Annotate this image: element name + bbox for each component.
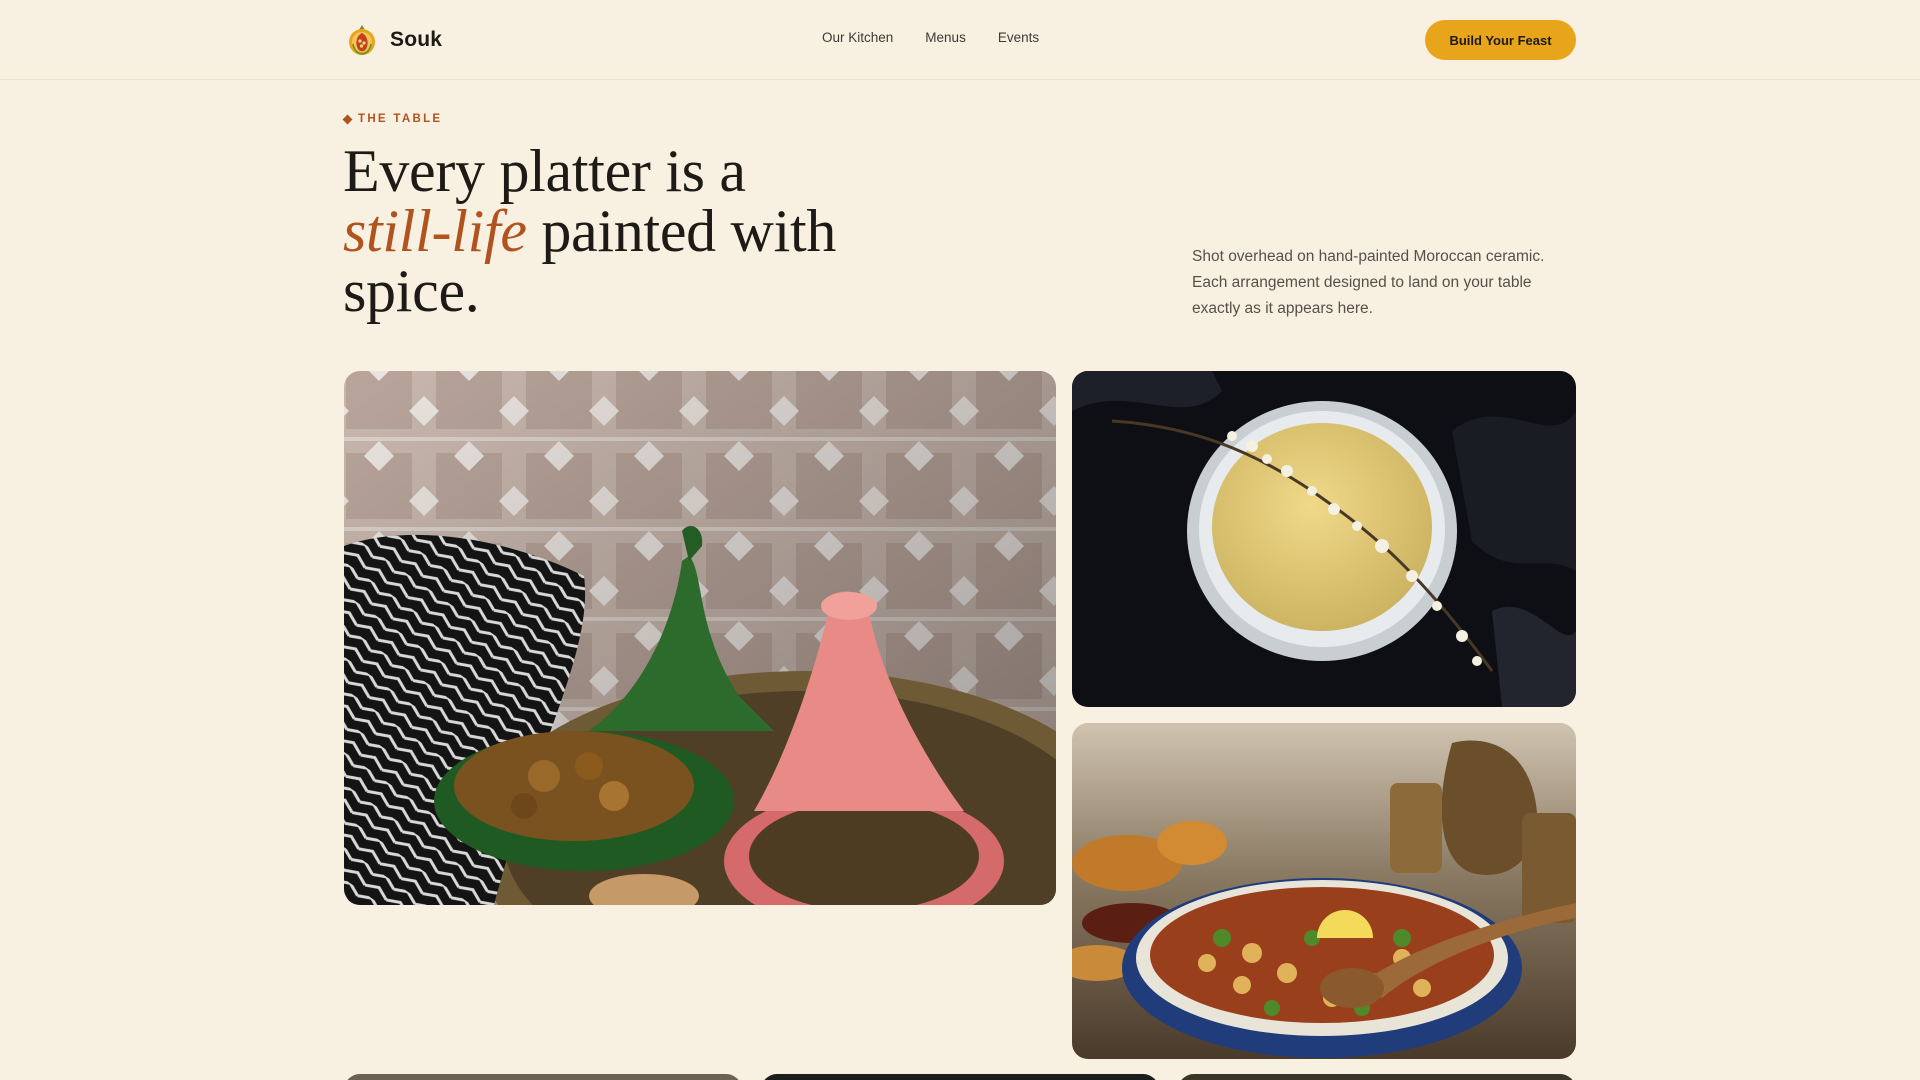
semolina-bowl-photo	[1072, 371, 1576, 707]
brand-name: Souk	[390, 28, 443, 51]
headline-accent: still-life	[343, 198, 527, 264]
tagines-photo	[344, 371, 1056, 905]
nav-link-events[interactable]: Events	[998, 30, 1039, 45]
gallery-photo-5	[761, 1074, 1159, 1080]
gallery-image-4[interactable]	[344, 1074, 742, 1080]
nav-link-our-kitchen[interactable]: Our Kitchen	[822, 30, 893, 45]
harira-soup-photo	[1072, 723, 1576, 1059]
gallery-image-6[interactable]	[1178, 1074, 1576, 1080]
pomegranate-logo-icon	[349, 25, 375, 55]
headline-line-3: spice.	[343, 258, 480, 324]
site-header: Souk Our Kitchen Menus Events Build Your…	[0, 0, 1920, 80]
diamond-icon	[342, 114, 353, 124]
brand-home-link[interactable]: Souk	[344, 22, 442, 58]
gallery-image-semolina-bowl[interactable]	[1072, 371, 1576, 707]
main-nav: Our Kitchen Menus Events	[822, 30, 1039, 45]
gallery-photo-4	[344, 1074, 742, 1080]
section-eyebrow: THE TABLE	[342, 113, 443, 125]
gallery-image-harira-soup[interactable]	[1072, 723, 1576, 1059]
gallery-image-tagines[interactable]	[344, 371, 1056, 905]
build-your-feast-button[interactable]: Build Your Feast	[1425, 20, 1576, 60]
headline-line-1: Every platter is a	[343, 138, 746, 204]
page-headline: Every platter is a still-life painted wi…	[343, 141, 963, 321]
hero-description: Shot overhead on hand-painted Moroccan c…	[1192, 248, 1545, 317]
gallery-image-5[interactable]	[761, 1074, 1159, 1080]
headline-line-2: painted with	[526, 198, 837, 264]
gallery-photo-6	[1178, 1074, 1576, 1080]
eyebrow-label: THE TABLE	[358, 113, 443, 125]
nav-link-menus[interactable]: Menus	[925, 30, 966, 45]
